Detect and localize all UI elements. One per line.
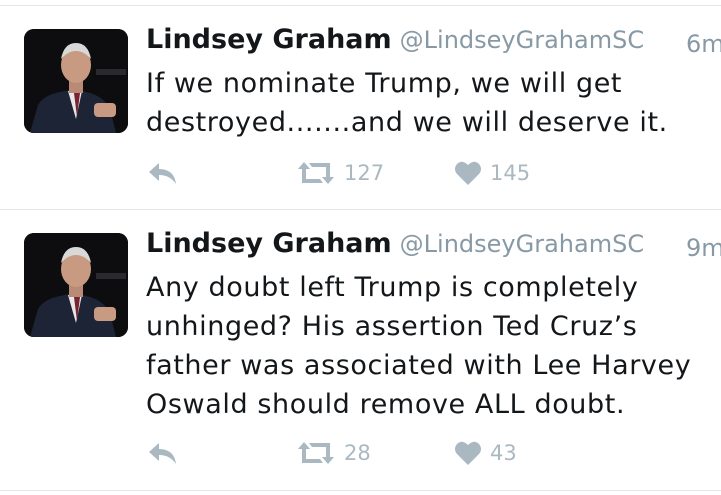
reply-button[interactable] (146, 156, 180, 190)
like-button[interactable]: 145 (454, 156, 530, 190)
heart-icon (455, 161, 481, 185)
avatar[interactable] (24, 233, 128, 337)
reply-icon (149, 443, 176, 464)
timestamp[interactable]: 9m (686, 234, 721, 262)
like-count: 43 (490, 441, 517, 465)
tweet-header: Lindsey Graham @LindseyGrahamSC (146, 228, 644, 259)
user-name[interactable]: Lindsey Graham (146, 24, 392, 55)
retweet-button[interactable]: 127 (296, 156, 384, 190)
like-count: 145 (490, 161, 531, 185)
reply-button[interactable] (146, 436, 180, 470)
reply-icon (149, 163, 176, 184)
avatar[interactable] (24, 29, 128, 133)
tweet-actions: 28 43 (146, 436, 646, 470)
retweet-count: 28 (344, 441, 371, 465)
retweet-button[interactable]: 28 (296, 436, 371, 470)
user-name[interactable]: Lindsey Graham (146, 228, 392, 259)
tweet-text: If we nominate Trump, we will get destro… (146, 68, 668, 138)
like-button[interactable]: 43 (454, 436, 517, 470)
user-handle[interactable]: @LindseyGrahamSC (400, 26, 644, 54)
retweet-icon (298, 442, 334, 464)
timestamp[interactable]: 6m (686, 30, 721, 58)
tweet[interactable]: Lindsey Graham @LindseyGrahamSC 6m If we … (0, 6, 721, 209)
user-handle[interactable]: @LindseyGrahamSC (400, 230, 644, 258)
tweet-feed: Lindsey Graham @LindseyGrahamSC 6m If we … (0, 0, 721, 495)
tweet-text: Any doubt left Trump is completely unhin… (146, 272, 692, 420)
heart-icon (455, 441, 481, 465)
divider (0, 490, 721, 491)
tweet[interactable]: Lindsey Graham @LindseyGrahamSC 9m Any do… (0, 210, 721, 490)
retweet-icon (298, 162, 334, 184)
tweet-actions: 127 145 (146, 156, 646, 190)
tweet-header: Lindsey Graham @LindseyGrahamSC (146, 24, 644, 55)
retweet-count: 127 (344, 161, 385, 185)
